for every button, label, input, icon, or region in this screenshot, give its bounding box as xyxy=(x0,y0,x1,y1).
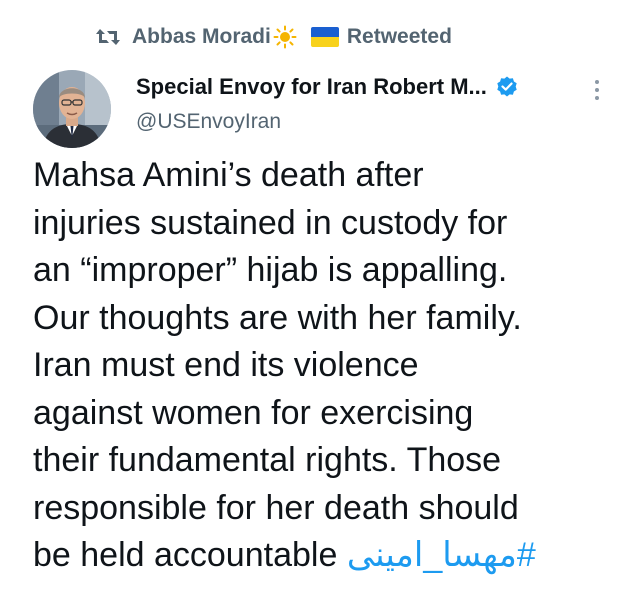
tweet-text-last-line: be held accountable #مهسا_امینی xyxy=(33,532,613,580)
tweet-body: Mahsa Amini’s death after injuries susta… xyxy=(33,152,613,580)
tweet-header: Special Envoy for Iran Robert M... @USEn… xyxy=(136,70,603,134)
author-handle[interactable]: @USEnvoyIran xyxy=(136,110,603,134)
tweet-text-line: an “improper” hijab is appalling. xyxy=(33,251,508,289)
retweeter-name[interactable]: Abbas Moradi xyxy=(132,25,271,49)
avatar[interactable] xyxy=(33,70,111,148)
hashtag-link[interactable]: #مهسا_امینی xyxy=(347,536,536,574)
tweet-text-line: Mahsa Amini’s death after xyxy=(33,156,424,194)
tweet-text-line: against women for exercising xyxy=(33,393,474,432)
tweet-text-line: Our thoughts are with her family. xyxy=(33,298,522,337)
author-display-name[interactable]: Special Envoy for Iran Robert M... xyxy=(136,74,487,100)
sun-icon xyxy=(273,25,297,49)
verified-badge-icon xyxy=(497,76,517,97)
retweet-icon xyxy=(96,29,120,45)
tweet-text-line: responsible for her death should xyxy=(33,488,519,527)
more-options-icon[interactable] xyxy=(593,78,601,102)
tweet-text-line: Iran must end its violence xyxy=(33,346,419,384)
retweet-context: Abbas Moradi Retweeted xyxy=(94,22,452,52)
tweet-text-line: their fundamental rights. Those xyxy=(33,441,502,479)
tweet-text-fragment: be held accountable xyxy=(33,536,347,574)
tweet-card[interactable]: Abbas Moradi Retweeted Special Envoy for… xyxy=(0,0,623,594)
tweet-text-line: injuries sustained in custody for xyxy=(33,203,508,242)
avatar-photo xyxy=(33,70,111,148)
retweeted-label: Retweeted xyxy=(346,25,452,48)
ukraine-flag-icon xyxy=(310,27,339,47)
